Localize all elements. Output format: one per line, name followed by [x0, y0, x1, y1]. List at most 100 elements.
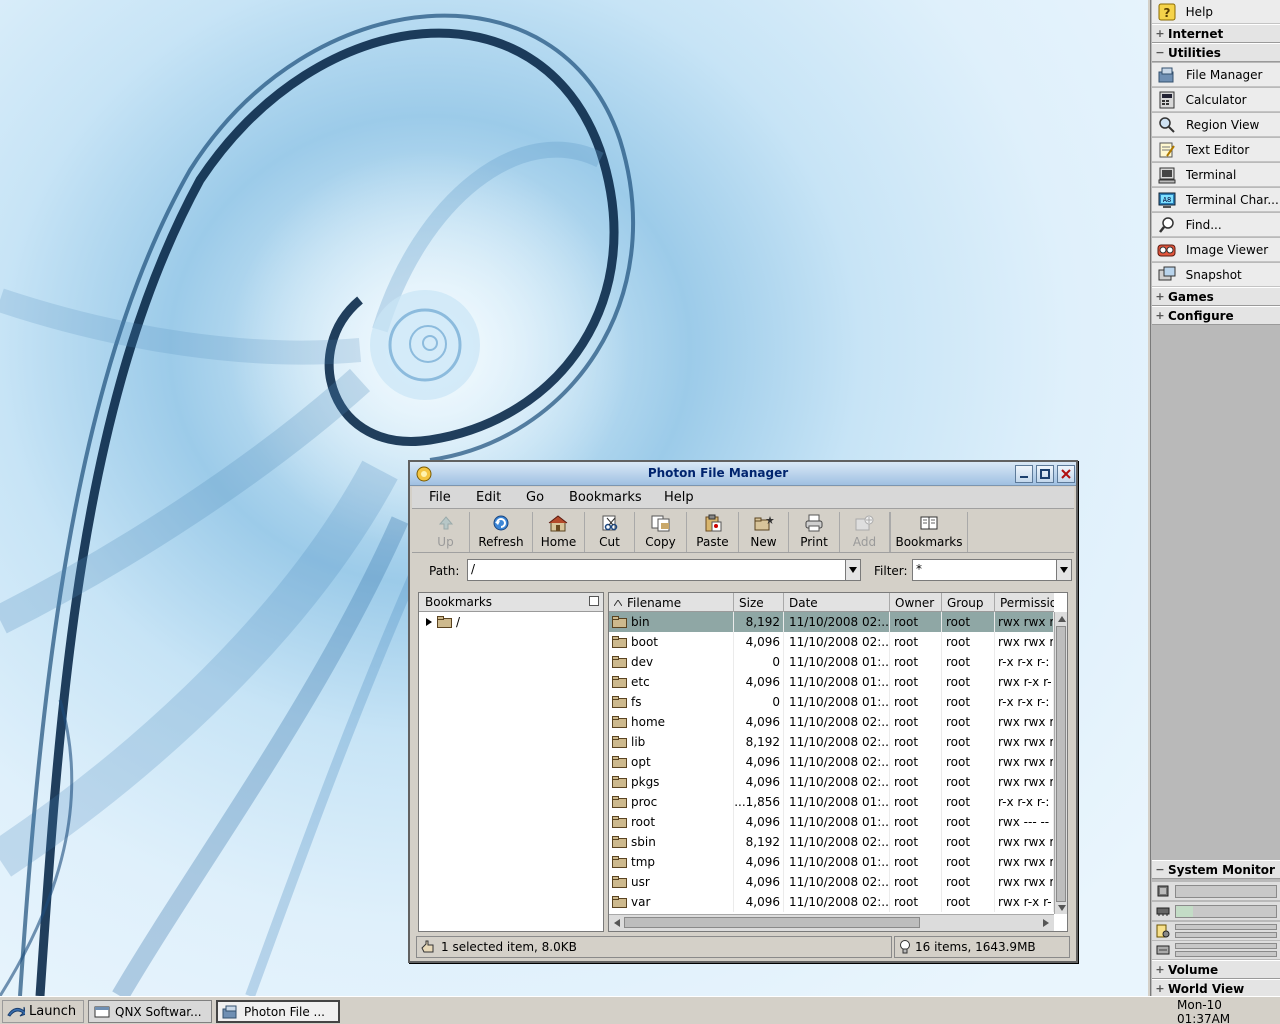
folder-icon	[612, 876, 627, 888]
file-list-header: Filename Size Date Owner Group Permissio	[609, 593, 1054, 612]
filter-dropdown-button[interactable]	[1056, 559, 1072, 581]
shelf-group-volume[interactable]: + Volume	[1152, 960, 1280, 979]
shelf-item-file-manager[interactable]: File Manager	[1152, 63, 1280, 87]
shelf-item-terminal[interactable]: Terminal	[1152, 163, 1280, 187]
menu-edit[interactable]: Edit	[476, 490, 501, 505]
cell-permissions: rwx rwx r	[995, 712, 1054, 732]
menu-help[interactable]: Help	[664, 490, 694, 505]
horizontal-scroll-thumb[interactable]	[624, 917, 920, 928]
window-titlebar[interactable]: Photon File Manager	[410, 462, 1076, 486]
path-input[interactable]: /	[467, 559, 847, 581]
table-row[interactable]: var 4,096 11/10/2008 02:... root root rwx r-x…	[609, 892, 1054, 912]
minimize-button[interactable]	[1015, 465, 1033, 483]
column-header-group[interactable]: Group	[942, 593, 995, 612]
table-row[interactable]: dev 0 11/10/2008 01:... root root r-x r-x r-:	[609, 652, 1054, 672]
home-button[interactable]: Home	[533, 512, 585, 552]
shelf-group-internet[interactable]: + Internet	[1152, 24, 1280, 43]
chevron-down-icon	[849, 567, 857, 573]
cell-date: 11/10/2008 02:...	[784, 892, 890, 912]
cell-group: root	[942, 812, 995, 832]
refresh-icon	[492, 513, 510, 533]
shelf-item-image-viewer[interactable]: Image Viewer	[1152, 238, 1280, 262]
table-row[interactable]: pkgs 4,096 11/10/2008 02:... root root rwx rw…	[609, 772, 1054, 792]
scroll-down-button[interactable]	[1055, 901, 1067, 914]
table-row[interactable]: sbin 8,192 11/10/2008 02:... root root rwx rw…	[609, 832, 1054, 852]
vertical-scrollbar[interactable]	[1054, 612, 1067, 914]
shelf-group-games[interactable]: + Games	[1152, 287, 1280, 306]
shelf-item-find[interactable]: Find...	[1152, 213, 1280, 237]
table-row[interactable]: bin 8,192 11/10/2008 02:... root root rwx rwx…	[609, 612, 1054, 632]
shelf-item-terminal-char[interactable]: A8 Terminal Char...	[1152, 188, 1280, 212]
filename-text: proc	[631, 795, 658, 809]
filter-input[interactable]: *	[912, 559, 1058, 581]
column-header-owner[interactable]: Owner	[890, 593, 942, 612]
vertical-scroll-thumb[interactable]	[1056, 626, 1066, 902]
folder-icon	[612, 656, 627, 668]
bookmarks-button[interactable]: Bookmarks	[890, 512, 968, 552]
table-row[interactable]: proc ...1,856 11/10/2008 01:... root root r-x…	[609, 792, 1054, 812]
scroll-right-button[interactable]	[1039, 916, 1052, 929]
shelf-item-snapshot[interactable]: Snapshot	[1152, 263, 1280, 287]
table-row[interactable]: usr 4,096 11/10/2008 02:... root root rwx rwx…	[609, 872, 1054, 892]
horizontal-scrollbar[interactable]	[609, 914, 1054, 931]
close-button[interactable]	[1057, 465, 1075, 483]
cell-permissions: r-x r-x r-:	[995, 692, 1054, 712]
clock[interactable]: Mon-10 01:37AM	[1177, 998, 1277, 1024]
column-header-date[interactable]: Date	[784, 593, 890, 612]
cut-button[interactable]: Cut	[585, 512, 635, 552]
table-row[interactable]: lib 8,192 11/10/2008 02:... root root rwx rwx…	[609, 732, 1054, 752]
up-button[interactable]: Up	[422, 512, 470, 552]
launch-button[interactable]: Launch	[2, 1000, 84, 1023]
cell-date: 11/10/2008 02:...	[784, 632, 890, 652]
shelf-item-region-view[interactable]: Region View	[1152, 113, 1280, 137]
task-qnx-software[interactable]: QNX Softwar...	[88, 1000, 212, 1023]
table-row[interactable]: etc 4,096 11/10/2008 01:... root root rwx r-x…	[609, 672, 1054, 692]
window-menu-icon[interactable]	[415, 465, 433, 486]
bookmarks-panel-close-button[interactable]	[589, 596, 599, 606]
paste-button[interactable]: Paste	[687, 512, 739, 552]
shelf-item-help[interactable]: ? Help	[1152, 0, 1280, 24]
shelf-item-calculator[interactable]: Calculator	[1152, 88, 1280, 112]
table-row[interactable]: root 4,096 11/10/2008 01:... root root rwx --…	[609, 812, 1054, 832]
menu-bookmarks[interactable]: Bookmarks	[569, 490, 642, 505]
filename-text: home	[631, 715, 666, 729]
maximize-button[interactable]	[1036, 465, 1054, 483]
new-button[interactable]: New	[739, 512, 789, 552]
bookmark-tree-root[interactable]: /	[425, 615, 460, 629]
add-button[interactable]: Add	[840, 512, 890, 552]
memory-monitor	[1152, 902, 1280, 920]
table-row[interactable]: boot 4,096 11/10/2008 02:... root root rwx rw…	[609, 632, 1054, 652]
scroll-left-button[interactable]	[610, 916, 623, 929]
shelf-group-system-monitor[interactable]: − System Monitor	[1152, 860, 1280, 879]
print-button[interactable]: Print	[789, 512, 840, 552]
path-dropdown-button[interactable]	[845, 559, 861, 581]
tree-expand-icon[interactable]	[425, 617, 433, 627]
menu-go[interactable]: Go	[526, 490, 544, 505]
table-row[interactable]: opt 4,096 11/10/2008 02:... root root rwx rwx…	[609, 752, 1054, 772]
folder-icon	[612, 636, 627, 648]
status-selection: 1 selected item, 8.0KB	[416, 936, 892, 958]
filename-text: tmp	[631, 855, 656, 869]
file-manager-window: Photon File Manager File Edit Go Bookmar…	[408, 460, 1078, 963]
shelf-group-utilities[interactable]: − Utilities	[1152, 43, 1280, 62]
column-header-filename[interactable]: Filename	[609, 593, 734, 612]
filename-text: fs	[631, 695, 642, 709]
cell-size: 0	[734, 692, 784, 712]
column-header-size[interactable]: Size	[734, 593, 784, 612]
table-row[interactable]: fs 0 11/10/2008 01:... root root r-x r-x r-:	[609, 692, 1054, 712]
shelf-group-configure[interactable]: + Configure	[1152, 306, 1280, 325]
scroll-up-button[interactable]	[1055, 612, 1067, 625]
table-row[interactable]: home 4,096 11/10/2008 02:... root root rwx rw…	[609, 712, 1054, 732]
refresh-button[interactable]: Refresh	[470, 512, 533, 552]
column-header-permissions[interactable]: Permissio	[995, 593, 1054, 612]
folder-icon	[437, 616, 452, 628]
copy-button[interactable]: Copy	[635, 512, 687, 552]
table-row[interactable]: tmp 4,096 11/10/2008 01:... root root rwx rwx…	[609, 852, 1054, 872]
task-photon-file-manager[interactable]: Photon File ...	[216, 1000, 340, 1023]
cell-date: 11/10/2008 02:...	[784, 712, 890, 732]
shelf-item-text-editor[interactable]: Text Editor	[1152, 138, 1280, 162]
cell-owner: root	[890, 752, 942, 772]
menu-file[interactable]: File	[429, 490, 451, 505]
expand-icon: +	[1155, 963, 1165, 976]
cell-filename: fs	[609, 692, 734, 712]
